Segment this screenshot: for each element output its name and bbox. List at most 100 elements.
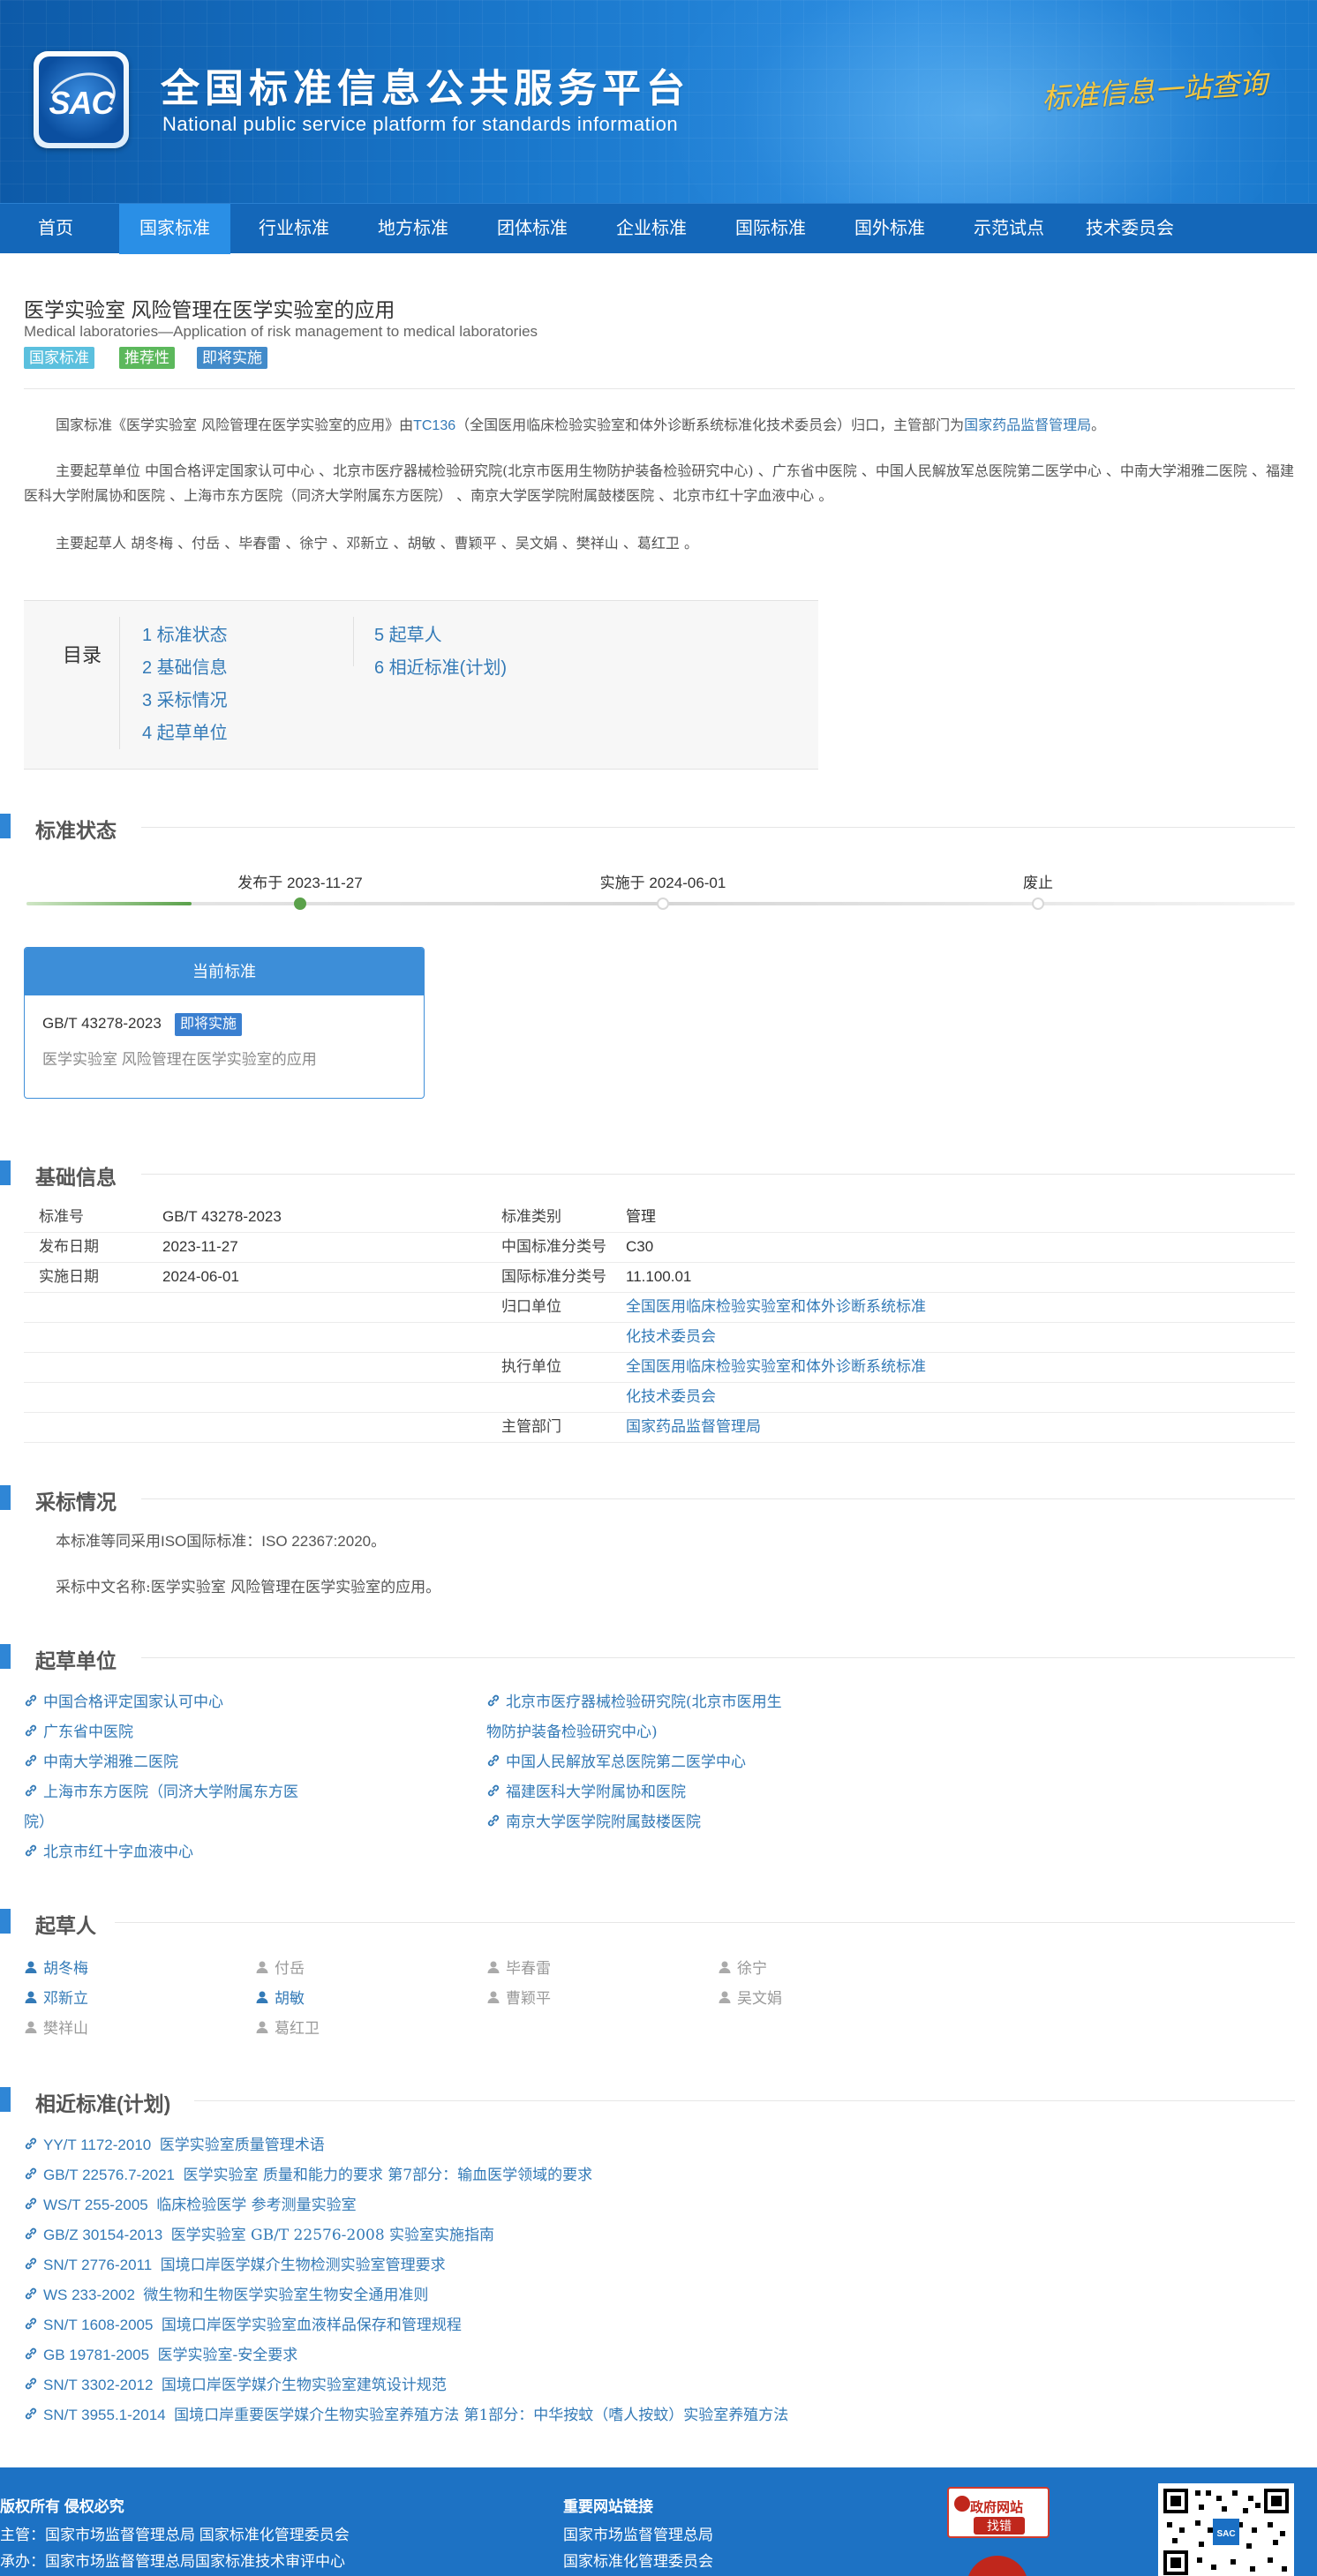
related-code: WS/T 255-2005 [43,2197,148,2213]
section-title-people: 起草人 [35,1914,96,1937]
site-header: SAC 全国标准信息公共服务平台 National public service… [0,0,1317,203]
unit-item[interactable]: 广东省中医院 [24,1717,133,1748]
section-title-related: 相近标准(计划) [35,2092,171,2115]
person-name: 毕春雷 [506,1960,551,1978]
adoption-org: ISO [161,1533,187,1550]
unit-item[interactable]: 南京大学医学院附属鼓楼医院 [486,1807,701,1838]
footer-link-samr[interactable]: 国家市场监督管理总局 [563,2522,713,2544]
value-responsible-unit-cont[interactable]: 化技术委员会 [626,1322,716,1352]
person-item: 吴文娟 [718,1984,782,2015]
link-icon [24,1718,38,1748]
related-item[interactable]: SN/T 1608-2005 国境口岸医学实验室血液样品保存和管理规程 [24,2310,462,2341]
related-name: 医学实验室 GB/T 22576-2008 实验室实施指南 [170,2227,495,2244]
person-name: 曹颖平 [506,1990,551,2008]
related-item[interactable]: SN/T 3955.1-2014 国境口岸重要医学媒介生物实验室养殖方法 第1部… [24,2400,788,2431]
unit-item[interactable]: 中国人民解放军总医院第二医学中心 [486,1747,746,1778]
value-executing-unit[interactable]: 全国医用临床检验实验室和体外诊断系统标准 [626,1352,926,1382]
related-item[interactable]: GB/T 22576.7-2021 医学实验室 质量和能力的要求 第7部分：输血… [24,2160,592,2191]
related-item[interactable]: WS/T 255-2005 临床检验医学 参考测量实验室 [24,2190,357,2221]
user-icon [255,2015,269,2045]
link-icon [486,1808,500,1838]
person-name: 葛红卫 [275,2020,320,2038]
sac-logo[interactable]: SAC [34,51,129,148]
footer-copyright: 版权所有 侵权必究 [0,2498,124,2515]
toc-entry-adoption[interactable]: 3 采标情况 [142,686,228,711]
value-executing-unit-cont[interactable]: 化技术委员会 [626,1382,716,1412]
related-item[interactable]: SN/T 3302-2012 国境口岸医学媒介生物实验室建筑设计规范 [24,2370,447,2401]
related-code: SN/T 1608-2005 [43,2317,154,2333]
link-icon [24,2191,38,2221]
footer-link-sac[interactable]: 国家标准化管理委员会 [563,2549,713,2571]
adoption-cn-name: 采标中文名称:医学实验室 风险管理在医学实验室的应用。 [56,1579,441,1596]
person-name: 邓新立 [43,1990,88,2008]
nav-item-demo-pilot[interactable]: 示范试点 [953,204,1065,254]
nav-item-foreign-standard[interactable]: 国外标准 [834,204,945,254]
unit-item[interactable]: 北京市红十字血液中心 [24,1837,193,1868]
related-item[interactable]: YY/T 1172-2010 医学实验室质量管理术语 [24,2130,325,2161]
related-code: SN/T 2776-2011 [43,2257,153,2273]
section-divider [141,1657,1295,1658]
nav-item-home[interactable]: 首页 [12,204,99,254]
party-gov-seal-icon[interactable] [967,2556,1028,2576]
label-publish-date: 发布日期 [39,1238,99,1255]
footer-organizer: 承办：国家市场监督管理总局国家标准技术审评中心 [0,2553,345,2570]
nav-item-local-standard[interactable]: 地方标准 [357,204,469,254]
section-divider [141,1498,1295,1499]
related-code: YY/T 1172-2010 [43,2137,152,2153]
intro-paragraph-people: 主要起草人 胡冬梅 、付岳 、毕春雷 、徐宁 、邓新立 、胡敏 、曹颖平 、吴文… [56,535,698,552]
unit-item-cont[interactable]: 院） [24,1807,54,1837]
section-divider [194,2100,1295,2101]
value-responsible-unit[interactable]: 全国医用临床检验实验室和体外诊断系统标准 [626,1292,926,1322]
user-icon [718,1955,732,1985]
person-item: 毕春雷 [486,1954,551,1985]
unit-item[interactable]: 上海市东方医院（同济大学附属东方医 [24,1777,298,1808]
related-item[interactable]: SN/T 2776-2011 国境口岸医学媒介生物检测实验室管理要求 [24,2250,446,2281]
related-item[interactable]: GB 19781-2005 医学实验室-安全要求 [24,2340,297,2371]
section-divider [141,827,1295,828]
related-code: SN/T 3302-2012 [43,2377,154,2393]
nav-item-international-standard[interactable]: 国际标准 [715,204,826,254]
person-item[interactable]: 胡冬梅 [24,1954,88,1985]
nav-item-tech-committee[interactable]: 技术委员会 [1068,204,1192,254]
related-item[interactable]: GB/Z 30154-2013 医学实验室 GB/T 22576-2008 实验… [24,2220,494,2251]
related-item[interactable]: WS 233-2002 微生物和生物医学实验室生物安全通用准则 [24,2280,428,2311]
person-item[interactable]: 邓新立 [24,1984,88,2015]
footer-links-title: 重要网站链接 [563,2498,653,2515]
unit-item[interactable]: 福建医科大学附属协和医院 [486,1777,686,1808]
unit-item[interactable]: 中国合格评定国家认可中心 [24,1687,223,1718]
timeline-dot-abolished [1032,897,1044,910]
tc-link[interactable]: TC136 [413,418,455,433]
person-item[interactable]: 胡敏 [255,1984,305,2015]
nav-item-industry-standard[interactable]: 行业标准 [238,204,350,254]
adoption-iso-code: ISO 22367:2020 [261,1533,372,1550]
unit-item-cont[interactable]: 物防护装备检验研究中心) [486,1717,658,1747]
toc-entry-people[interactable]: 5 起草人 [374,620,442,646]
link-icon [24,2311,38,2341]
nav-item-group-standard[interactable]: 团体标准 [477,204,588,254]
nav-item-national-standard[interactable]: 国家标准 [119,204,230,254]
user-icon [486,1985,500,2015]
unit-item[interactable]: 中南大学湘雅二医院 [24,1747,178,1778]
card-header: 当前标准 [25,948,424,995]
nav-item-enterprise-standard[interactable]: 企业标准 [596,204,707,254]
related-code: GB/T 22576.7-2021 [43,2167,176,2183]
section-divider [141,1174,1295,1175]
dept-link[interactable]: 国家药品监督管理局 [964,417,1091,433]
toc-entry-status[interactable]: 1 标准状态 [142,620,228,646]
person-item: 徐宁 [718,1954,767,1985]
toc-entry-units[interactable]: 4 起草单位 [142,718,228,744]
section-marker [0,1644,11,1669]
current-standard-card[interactable]: 当前标准 GB/T 43278-2023 即将实施 医学实验室 风险管理在医学实… [24,947,425,1099]
gov-error-report-badge[interactable]: 政府网站 找错 [947,2487,1050,2538]
footer-host: 主管：国家市场监督管理总局 国家标准化管理委员会 [0,2527,350,2543]
standard-en-title: Medical laboratories—Application of risk… [24,323,538,340]
person-item: 樊祥山 [24,2014,88,2045]
link-icon [24,1778,38,1808]
divider [24,388,1295,389]
toc-entry-basic[interactable]: 2 基础信息 [142,653,228,679]
unit-item[interactable]: 北京市医疗器械检验研究院(北京市医用生 [486,1687,782,1718]
toc-entry-related[interactable]: 6 相近标准(计划) [374,653,507,679]
value-supervisor[interactable]: 国家药品监督管理局 [626,1412,761,1442]
timeline-label-abolished: 废止 [1023,875,1053,891]
intro-text: 国家标准《医学实验室 风险管理在医学实验室的应用》由 [56,417,414,433]
